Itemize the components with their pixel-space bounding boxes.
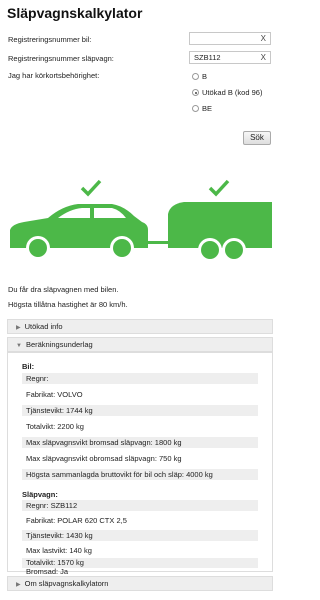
- speed-message: Högsta tillåtna hastighet är 80 km/h.: [8, 300, 128, 309]
- table-row: Max släpvagnsvikt bromsad släpvagn: 1800…: [22, 437, 258, 448]
- table-row: Totalvikt: 2200 kg: [26, 422, 84, 431]
- table-row: Tjänstevikt: 1430 kg: [22, 530, 258, 541]
- accordion-utokad-info[interactable]: ▶ Utökad info: [7, 319, 273, 334]
- accordion-label: Utökad info: [24, 322, 63, 331]
- chevron-down-icon: ▼: [16, 343, 22, 349]
- reg-trailer-label: Registreringsnummer släpvagn:: [8, 54, 114, 63]
- reg-trailer-input[interactable]: SZB112 X: [189, 51, 271, 64]
- table-row: Max släpvagnsvikt obromsad släpvagn: 750…: [26, 454, 182, 463]
- trailer-icon: [168, 202, 272, 248]
- table-row: Fabrikat: POLAR 620 CTX 2,5: [26, 516, 127, 525]
- table-row: Högsta sammanlagda bruttovikt för bil oc…: [22, 469, 258, 480]
- radio-selected-icon[interactable]: [192, 89, 199, 96]
- chevron-right-icon: ▶: [16, 582, 21, 588]
- table-row: Max lastvikt: 140 kg: [26, 546, 92, 555]
- table-row: Bromsad: Ja: [26, 567, 69, 576]
- checkmark-icon: [80, 179, 102, 197]
- accordion-label: Beräkningsunderlag: [25, 340, 93, 349]
- radio-option-utokad-b[interactable]: Utökad B (kod 96): [192, 88, 262, 97]
- radio-option-b[interactable]: B: [192, 72, 207, 81]
- chevron-right-icon: ▶: [16, 325, 21, 331]
- radio-label: BE: [202, 104, 213, 113]
- license-label: Jag har körkortsbehörighet:: [8, 71, 100, 80]
- clear-icon[interactable]: X: [261, 33, 266, 44]
- radio-label: Utökad B (kod 96): [202, 88, 263, 97]
- checkmark-icon: [208, 179, 230, 197]
- search-button[interactable]: Sök: [243, 131, 271, 145]
- car-heading: Bil:: [22, 362, 35, 371]
- car-trailer-illustration: [10, 179, 272, 262]
- table-row: Regnr:: [22, 373, 258, 384]
- table-row: Tjänstevikt: 1744 kg: [22, 405, 258, 416]
- reg-car-label: Registreringsnummer bil:: [8, 35, 92, 44]
- accordion-label: Om släpvagnskalkylatorn: [24, 579, 109, 588]
- table-row: Regnr: SZB112: [22, 500, 258, 511]
- radio-icon[interactable]: [192, 105, 199, 112]
- reg-trailer-value: SZB112: [194, 53, 221, 62]
- page-title: Släpvagnskalkylator: [7, 5, 143, 21]
- accordion-berakningsunderlag[interactable]: ▼ Beräkningsunderlag: [7, 337, 273, 352]
- table-row: Fabrikat: VOLVO: [26, 390, 83, 399]
- radio-icon[interactable]: [192, 73, 199, 80]
- radio-option-be[interactable]: BE: [192, 104, 212, 113]
- result-message: Du får dra släpvagnen med bilen.: [8, 285, 119, 294]
- clear-icon[interactable]: X: [261, 52, 266, 63]
- radio-label: B: [202, 72, 208, 81]
- trailer-heading: Släpvagn:: [22, 490, 58, 499]
- reg-car-input[interactable]: X: [189, 32, 271, 45]
- accordion-om[interactable]: ▶ Om släpvagnskalkylatorn: [7, 576, 273, 591]
